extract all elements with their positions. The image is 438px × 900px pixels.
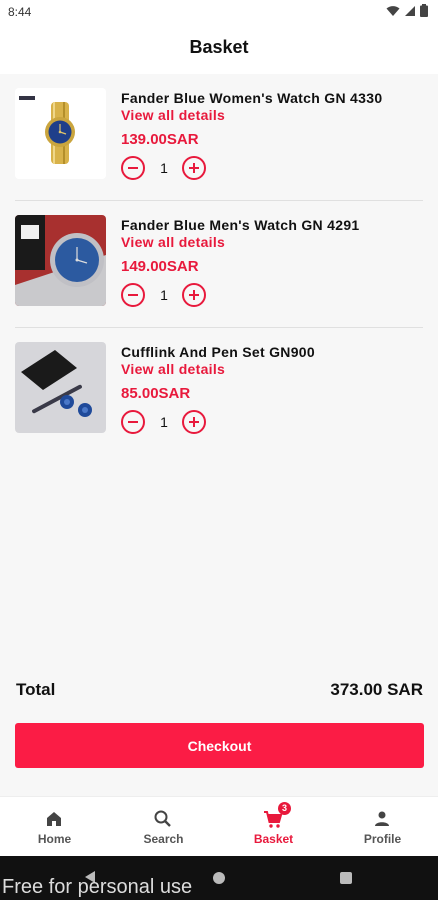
minus-icon [128, 294, 138, 296]
total-label: Total [16, 680, 56, 699]
total-row: Total 373.00 SAR [0, 670, 438, 704]
home-button-icon[interactable] [213, 872, 225, 884]
gold-watch-icon [15, 88, 106, 179]
product-price: 85.00SAR [121, 385, 191, 402]
checkout-button[interactable]: Checkout [15, 723, 424, 768]
search-icon [154, 810, 171, 827]
status-icons [386, 4, 428, 17]
quantity-value: 1 [160, 414, 168, 430]
quantity-value: 1 [160, 160, 168, 176]
nav-item-home[interactable]: Home [0, 797, 109, 857]
total-value: 373.00 SAR [330, 680, 423, 699]
decrease-quantity-button[interactable] [121, 156, 145, 180]
nav-label: Profile [363, 832, 402, 846]
quantity-stepper: 1 [121, 156, 211, 180]
plus-icon-vertical [193, 163, 195, 173]
status-bar: 8:44 [0, 0, 438, 24]
page-title: Basket [189, 37, 249, 57]
decrease-quantity-button[interactable] [121, 283, 145, 307]
product-price: 139.00SAR [121, 131, 199, 148]
view-details-link[interactable]: View all details [121, 234, 225, 250]
product-name: Fander Blue Women's Watch GN 4330 [121, 90, 383, 106]
product-image[interactable] [15, 215, 106, 306]
signal-icon [405, 5, 415, 16]
nav-label: Basket [253, 832, 294, 846]
quantity-stepper: 1 [121, 410, 211, 434]
nav-item-search[interactable]: Search [109, 797, 218, 857]
basket-item: Cufflink And Pen Set GN900 View all deta… [0, 328, 438, 455]
recent-apps-icon[interactable] [340, 872, 352, 884]
product-image[interactable] [15, 342, 106, 433]
minus-icon [128, 167, 138, 169]
nav-item-profile[interactable]: Profile [328, 797, 437, 857]
increase-quantity-button[interactable] [182, 410, 206, 434]
home-icon [47, 812, 61, 826]
nav-item-basket[interactable]: 3 Basket [219, 797, 328, 857]
basket-item: Fander Blue Women's Watch GN 4330 View a… [0, 74, 438, 201]
nav-label: Search [143, 832, 184, 846]
minus-icon [128, 421, 138, 423]
product-price: 149.00SAR [121, 258, 199, 275]
view-details-link[interactable]: View all details [121, 107, 225, 123]
wifi-icon [386, 5, 400, 16]
product-name: Cufflink And Pen Set GN900 [121, 344, 315, 360]
bottom-nav: Home Search 3 Basket Profile [0, 796, 438, 856]
cart-count-badge: 3 [278, 802, 291, 815]
battery-icon [420, 4, 428, 17]
view-details-link[interactable]: View all details [121, 361, 225, 377]
nav-label: Home [37, 832, 72, 846]
app-header: Basket [0, 24, 438, 74]
quantity-stepper: 1 [121, 283, 211, 307]
cufflink-pen-icon [15, 342, 106, 433]
increase-quantity-button[interactable] [182, 283, 206, 307]
product-name: Fander Blue Men's Watch GN 4291 [121, 217, 360, 233]
silver-watch-icon [15, 215, 106, 306]
watermark: Free for personal use [2, 876, 193, 898]
status-time: 8:44 [8, 5, 32, 19]
plus-icon-vertical [193, 290, 195, 300]
person-icon [375, 811, 389, 826]
increase-quantity-button[interactable] [182, 156, 206, 180]
decrease-quantity-button[interactable] [121, 410, 145, 434]
plus-icon-vertical [193, 417, 195, 427]
quantity-value: 1 [160, 287, 168, 303]
product-image[interactable] [15, 88, 106, 179]
basket-item: Fander Blue Men's Watch GN 4291 View all… [0, 201, 438, 328]
